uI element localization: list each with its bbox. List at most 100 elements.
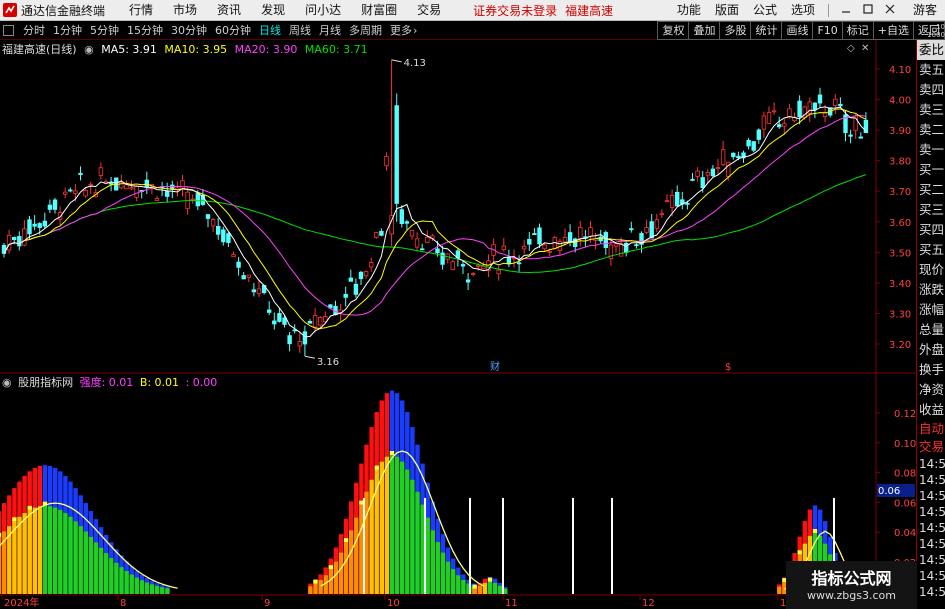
- candle-up: [6, 234, 12, 251]
- tab-auto[interactable]: 自动: [917, 420, 945, 438]
- quote-row-9: 买四: [919, 222, 945, 237]
- candle-up: [384, 156, 389, 167]
- candle-down: [649, 221, 654, 239]
- indicator-bar-mark: [12, 517, 17, 522]
- candle-up: [654, 219, 659, 229]
- finance-marker: 财: [490, 360, 500, 373]
- indicator-group: [0, 390, 867, 594]
- candle-down: [11, 236, 17, 241]
- candle-down: [817, 94, 823, 104]
- stock-title: 福建高速(日线): [2, 43, 77, 56]
- candle-up: [256, 288, 262, 295]
- candle-down: [272, 320, 277, 325]
- corner-scale-bottom: 1000: [927, 31, 945, 39]
- indicator-bar-body: [134, 577, 139, 594]
- candle-up: [833, 98, 838, 106]
- candle-up: [562, 237, 568, 243]
- candle-up: [312, 315, 318, 328]
- indicator-bar-mark: [812, 529, 818, 534]
- ma5-line: [3, 106, 867, 338]
- quote-row-1: 卖五: [919, 62, 945, 77]
- indicator-bar-body: [451, 569, 456, 594]
- quote-panel: 委比 卖五 卖四 卖三 卖二 卖一 买一 买二 买三 买四 买五 现价 涨跌 涨幅 总量 外盘 换手 净资 收益 自动…: [916, 40, 945, 609]
- candle-down: [307, 320, 313, 324]
- indicator-bar-body: [477, 585, 482, 594]
- candle-up: [129, 187, 134, 190]
- candle-up: [644, 227, 649, 233]
- indicator-bar-mark: [487, 577, 493, 582]
- candle-down: [506, 256, 512, 265]
- indicator-bar-body: [472, 588, 477, 594]
- indicator-tick-label: 0.06: [894, 498, 916, 509]
- trading-terminal: 通达信金融终端 行情 市场 资讯 发现 问小达 财富圈 交易 证券交易未登录 福…: [0, 0, 945, 609]
- candle-up: [771, 110, 777, 113]
- stock-header: 福建高速(日线) ◉ MA5: 3.91 MA10: 3.95 MA20: 3.…: [2, 41, 372, 57]
- indicator-dropdown-icon[interactable]: ◉: [2, 376, 12, 389]
- watermark-url: www.zbgs3.com: [807, 589, 896, 602]
- ma20-line: [3, 114, 866, 316]
- tick-time: 14:56: [919, 569, 945, 583]
- close-panel-icon[interactable]: ✕: [861, 43, 869, 54]
- indicator-bar-body: [42, 505, 48, 594]
- quote-row-5: 卖一: [919, 142, 945, 157]
- quote-row-3: 卖三: [919, 102, 945, 117]
- candle-down: [236, 261, 241, 268]
- header-dropdown-icon[interactable]: ◉: [84, 43, 94, 56]
- candle-up: [368, 262, 374, 268]
- candle-up: [63, 191, 68, 195]
- indicator-bar-body: [328, 569, 333, 594]
- quote-row-12: 涨跌: [919, 282, 945, 297]
- indicator-bar-body: [349, 530, 354, 594]
- candle-up: [547, 250, 552, 253]
- indicator-bar-body: [155, 585, 160, 594]
- candle-up: [190, 198, 195, 201]
- candle-down: [302, 331, 308, 345]
- candle-down: [78, 172, 83, 175]
- candle-down: [675, 191, 680, 207]
- indicator-bar-body: [333, 561, 339, 594]
- indicator-bar-body: [777, 586, 782, 594]
- indicator-bar-body: [22, 513, 27, 594]
- candle-up: [154, 198, 160, 202]
- quote-row-11: 现价: [919, 262, 945, 277]
- price-tick-label: 3.40: [889, 279, 911, 290]
- indicator-bar-body: [78, 526, 83, 594]
- indicator-bar-body: [359, 504, 364, 594]
- indicator-bar-body: [456, 575, 461, 594]
- ma60-line: [3, 174, 867, 274]
- candle-up: [522, 245, 527, 250]
- candle-up: [542, 244, 547, 250]
- indicator-bar-mark: [797, 550, 802, 555]
- candle-down: [27, 219, 32, 235]
- price-tick-label: 3.60: [889, 218, 911, 229]
- candle-up: [659, 213, 665, 216]
- diamond-icon[interactable]: ◇: [847, 43, 855, 54]
- candle-down: [435, 248, 440, 254]
- indicator-tick-label: 0.12: [894, 409, 916, 420]
- indicator-bar-mark: [359, 500, 364, 505]
- dividend-marker: $: [725, 362, 731, 373]
- indicator-bar-mark: [472, 584, 477, 589]
- candle-down: [343, 293, 348, 298]
- indicator-bar-body: [425, 517, 430, 594]
- indicator-bar-body: [338, 552, 344, 594]
- tick-time: 14:56: [919, 505, 945, 519]
- indicator-bar-body: [63, 513, 68, 594]
- indicator-bar-body: [32, 507, 37, 594]
- candle-up: [664, 200, 670, 203]
- tick-time: 14:56: [919, 473, 945, 487]
- date-tick-label: 10: [387, 598, 400, 609]
- tab-trade[interactable]: 交易: [917, 438, 945, 456]
- candle-up: [476, 264, 481, 267]
- indicator-bar-body: [47, 506, 53, 594]
- chart-area[interactable]: 4.10 4.00 3.90 3.80 3.70 3.60 3.50 3.40 3.30 3.20…: [0, 0, 916, 609]
- candle-up: [124, 184, 129, 190]
- ma10-label: MA10: 3.95: [164, 43, 228, 56]
- candle-up: [761, 115, 767, 130]
- indicator-tick-label: 0.08: [894, 469, 916, 480]
- tick-time: 14:56: [919, 489, 945, 503]
- indicator-bar-body: [435, 542, 441, 594]
- indicator-bar-body: [492, 582, 498, 594]
- indicator-bar-body: [165, 588, 170, 594]
- candle-down: [47, 204, 53, 210]
